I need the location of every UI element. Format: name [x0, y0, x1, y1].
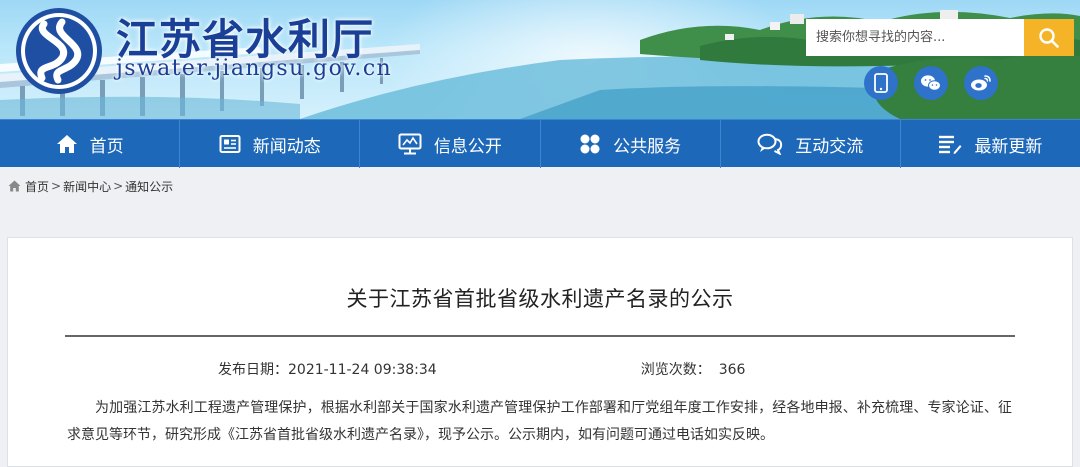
- nav-item-public-services[interactable]: 公共服务: [541, 120, 721, 168]
- site-logo-icon[interactable]: [14, 6, 104, 96]
- mobile-button[interactable]: [864, 66, 898, 100]
- breadcrumb-separator: >: [51, 179, 62, 193]
- services-icon: [580, 134, 600, 154]
- title-divider: [65, 335, 1015, 337]
- weibo-button[interactable]: [964, 66, 998, 100]
- site-domain: jswater.jiangsu.gov.cn: [116, 56, 393, 81]
- home-icon: [56, 135, 77, 153]
- weibo-icon: [971, 75, 991, 91]
- publish-date-label: 发布日期：: [218, 362, 288, 378]
- nav-item-home[interactable]: 首页: [0, 120, 181, 168]
- nav-item-label: 新闻动态: [252, 136, 321, 157]
- list-icon: [939, 135, 962, 154]
- publish-date-value: 2021-11-24 09:38:34: [288, 362, 437, 378]
- news-icon: [219, 135, 241, 153]
- nav-item-label: 公共服务: [613, 136, 682, 157]
- site-header: 江苏省水利厅 jswater.jiangsu.gov.cn: [0, 0, 1080, 119]
- article-meta: 发布日期：2021-11-24 09:38:34 浏览次数： 366: [8, 359, 1072, 379]
- wechat-button[interactable]: [914, 66, 948, 100]
- nav-item-interaction[interactable]: 互动交流: [721, 120, 901, 168]
- search-icon: [1039, 27, 1059, 48]
- wechat-icon: [921, 75, 941, 91]
- search-button[interactable]: [1024, 19, 1074, 56]
- view-count: 浏览次数： 366: [641, 359, 746, 379]
- info-disclosure-icon: [398, 133, 422, 155]
- breadcrumb: 首页 > 新闻中心 > 通知公示: [0, 167, 1080, 205]
- search-input[interactable]: [806, 19, 1024, 56]
- nav-item-latest-updates[interactable]: 最新更新: [901, 120, 1080, 168]
- search-box: [806, 19, 1074, 56]
- breadcrumb-separator: >: [113, 179, 124, 193]
- mobile-icon: [874, 73, 888, 93]
- nav-item-info-disclosure[interactable]: 信息公开: [360, 120, 541, 168]
- article-body: 为加强江苏水利工程遗产管理保护，根据水利部关于国家水利遗产管理保护工作部署和厅党…: [67, 400, 1012, 443]
- nav-item-label: 互动交流: [795, 136, 864, 157]
- breadcrumb-news-center[interactable]: 新闻中心: [63, 178, 111, 195]
- breadcrumb-home-icon: [8, 180, 21, 192]
- chat-icon: [757, 133, 783, 155]
- view-count-value: 366: [718, 362, 746, 378]
- article-title: 关于江苏省首批省级水利遗产名录的公示: [346, 287, 734, 311]
- main-nav: 首页 新闻动态 信息公开 公共服务 互动交流 最新更新: [0, 119, 1080, 168]
- publish-date: 发布日期：2021-11-24 09:38:34: [218, 359, 437, 379]
- article-panel: 关于江苏省首批省级水利遗产名录的公示 发布日期：2021-11-24 09:38…: [7, 237, 1073, 467]
- breadcrumb-notices[interactable]: 通知公示: [125, 178, 173, 195]
- breadcrumb-home[interactable]: 首页: [25, 178, 49, 195]
- nav-item-label: 最新更新: [974, 136, 1043, 157]
- view-count-label: 浏览次数：: [640, 362, 711, 378]
- nav-item-news[interactable]: 新闻动态: [180, 120, 361, 168]
- nav-item-label: 信息公开: [433, 136, 502, 157]
- nav-item-label: 首页: [89, 136, 124, 157]
